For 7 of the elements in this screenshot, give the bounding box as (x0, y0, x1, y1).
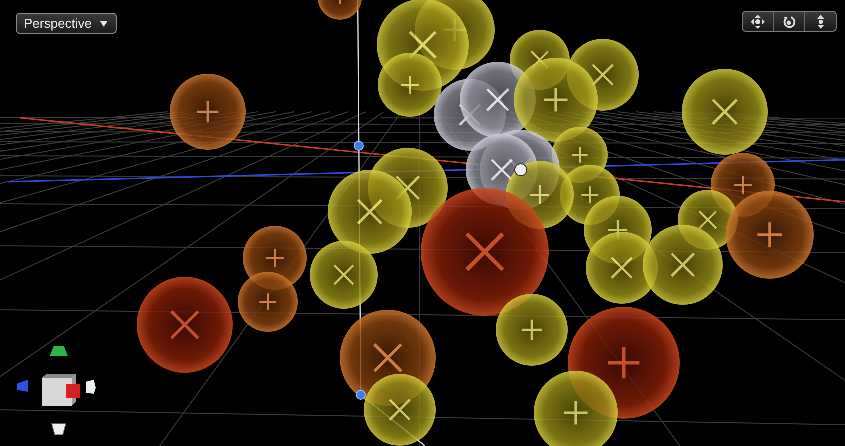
rotate-icon (781, 14, 797, 30)
view-dropdown[interactable]: Perspective (16, 13, 117, 34)
move-icon (750, 14, 766, 30)
sphere (310, 241, 378, 309)
caret-icon (100, 20, 108, 26)
sphere (364, 374, 436, 446)
sphere (238, 272, 298, 332)
